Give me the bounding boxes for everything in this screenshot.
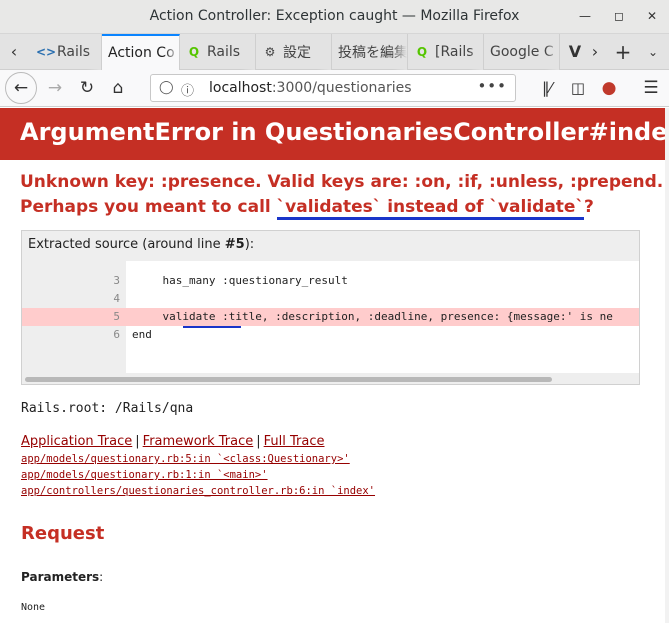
page-title: ArgumentError in QuestionariesController… <box>20 118 669 146</box>
close-icon[interactable]: ✕ <box>644 8 660 24</box>
home-icon[interactable]: ⌂ <box>103 74 133 102</box>
tab-rails-3[interactable]: Q [Rails <box>408 34 484 70</box>
tab-rails-1[interactable]: <> Rails <box>30 34 102 70</box>
code-icon: <> <box>36 45 57 59</box>
page-content: ArgumentError in QuestionariesController… <box>0 108 669 623</box>
all-tabs-chevron-down-icon[interactable]: ⌄ <box>639 34 667 70</box>
maximize-icon[interactable]: ◻ <box>611 8 627 24</box>
parameters-label: Parameters: <box>21 570 104 584</box>
trace-line-link[interactable]: app/models/questionary.rb:5:in `<class:Q… <box>21 453 350 465</box>
error-header: ArgumentError in QuestionariesController… <box>0 108 669 160</box>
tab-google[interactable]: Google C <box>484 34 560 70</box>
url-text[interactable]: localhost:3000/questionaries <box>209 80 412 96</box>
reload-icon[interactable]: ↻ <box>72 74 102 102</box>
parameters-value: None <box>21 602 46 613</box>
source-header: Extracted source (around line #5): <box>28 237 255 252</box>
qiita-icon: Q <box>188 45 200 59</box>
page-actions-icon[interactable]: ••• <box>477 77 507 95</box>
application-trace-link[interactable]: Application Trace <box>21 434 132 449</box>
error-message-line2: Perhaps you meant to call `validates` in… <box>20 195 649 220</box>
source-line: 6 end <box>113 328 152 341</box>
tab-settings[interactable]: ⚙ 設定 <box>256 34 332 70</box>
account-icon[interactable]: ● <box>594 74 624 102</box>
shield-icon[interactable]: ◯ <box>159 80 174 95</box>
source-line: 3 has_many :questionary_result <box>113 274 348 287</box>
new-tab-icon[interactable]: + <box>609 34 637 70</box>
back-icon[interactable]: ← <box>5 72 37 104</box>
error-message-line1: Unknown key: :presence. Valid keys are: … <box>20 172 664 192</box>
error-message: Unknown key: :presence. Valid keys are: … <box>0 160 669 220</box>
code-box: 3 has_many :questionary_result 4 5 valid… <box>22 261 639 373</box>
full-trace-link[interactable]: Full Trace <box>264 434 325 449</box>
vertical-scrollbar[interactable] <box>665 108 669 623</box>
tab-scroll-right-icon[interactable]: › <box>581 34 609 70</box>
gear-icon: ⚙ <box>264 45 276 59</box>
tab-label: Rails <box>57 44 91 60</box>
tab-label: 設定 <box>283 45 311 61</box>
trace-links: Application Trace | Framework Trace | Full T… <box>21 434 325 449</box>
tab-action-controller[interactable]: Action Co <box>102 34 180 70</box>
library-icon[interactable]: ‖⁄ <box>532 74 562 102</box>
tab-label: [Rails <box>435 44 474 60</box>
framework-trace-link[interactable]: Framework Trace <box>143 434 254 449</box>
window-title: Action Controller: Exception caught — Mo… <box>149 8 520 24</box>
trace-line: app/models/questionary.rb:1:in `<main>' <box>21 469 669 481</box>
menu-icon[interactable]: ☰ <box>636 74 666 102</box>
tab-edit-post[interactable]: 投稿を編集 <box>332 34 408 70</box>
tab-rails-2[interactable]: Q Rails <box>180 34 256 70</box>
trace-line-link[interactable]: app/controllers/questionaries_controller… <box>21 485 375 497</box>
tab-strip: ‹ <> Rails Action Co Q Rails ⚙ 設定 投稿を編集 … <box>0 34 669 70</box>
tab-label: Rails <box>207 44 241 60</box>
minimize-icon[interactable]: — <box>577 8 593 24</box>
navigation-toolbar: ← → ↻ ⌂ ◯ ⓘ localhost:3000/questionaries… <box>0 70 669 107</box>
window-titlebar: Action Controller: Exception caught — Mo… <box>0 0 669 34</box>
qiita-icon: Q <box>416 45 428 59</box>
extracted-source: Extracted source (around line #5): 3 has… <box>21 230 640 385</box>
trace-line-link[interactable]: app/models/questionary.rb:1:in `<main>' <box>21 469 268 481</box>
forward-icon[interactable]: → <box>40 74 70 102</box>
source-line: 4 <box>113 292 120 305</box>
source-line-highlighted: 5 validate :title, :description, :deadli… <box>22 308 639 326</box>
sidebar-icon[interactable]: ◫ <box>563 74 593 102</box>
trace-line: app/controllers/questionaries_controller… <box>21 485 669 497</box>
rails-root: Rails.root: /Rails/qna <box>21 401 194 416</box>
tab-scroll-left-icon[interactable]: ‹ <box>0 34 28 70</box>
request-heading: Request <box>21 523 105 544</box>
horizontal-scrollbar[interactable] <box>25 377 552 382</box>
suggestion-highlight: `validates` instead of `validate` <box>276 197 584 220</box>
url-bar[interactable]: ◯ ⓘ localhost:3000/questionaries ••• <box>150 74 516 102</box>
trace-line: app/models/questionary.rb:5:in `<class:Q… <box>21 453 669 465</box>
info-icon[interactable]: ⓘ <box>181 80 194 99</box>
